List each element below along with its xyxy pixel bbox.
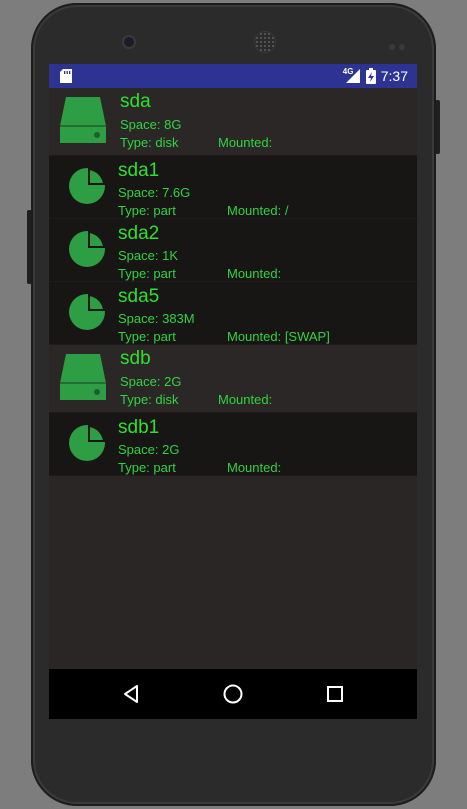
earpiece-speaker-icon (255, 32, 275, 52)
device-type: Type: part (118, 266, 176, 281)
recents-button[interactable] (320, 679, 350, 709)
device-mount-point: Mounted: (227, 460, 282, 475)
home-button[interactable] (218, 679, 248, 709)
signal-icon: 4G (342, 67, 361, 84)
device-type: Type: part (118, 460, 176, 475)
home-icon (223, 684, 243, 704)
clock: 7:37 (380, 68, 408, 84)
device-name: sdb1 (118, 417, 160, 438)
pie-chart-icon (68, 424, 106, 467)
partition-row[interactable]: sda5 Space: 383M Type: part Mounted: [SWAP] (49, 282, 417, 345)
device-space: Space: 2G (118, 442, 180, 457)
device-name: sda5 (118, 286, 160, 307)
navigation-bar (49, 669, 417, 719)
pie-chart-icon (68, 167, 106, 210)
back-button[interactable] (116, 679, 146, 709)
disk-row[interactable]: sdb Space: 2G Type: disk Mounted: (49, 345, 417, 413)
device-name: sda (120, 91, 151, 112)
device-space: Space: 383M (118, 311, 195, 326)
device-mount-point: Mounted: (218, 135, 273, 150)
device-name: sda1 (118, 160, 160, 181)
device-list: sda Space: 8G Type: disk Mounted: sda1 Space:… (49, 88, 417, 476)
back-icon (124, 685, 138, 703)
pie-chart-icon (68, 230, 106, 273)
hard-drive-icon (59, 353, 107, 406)
pie-chart-icon (68, 293, 106, 336)
front-camera-icon (124, 37, 134, 47)
device-space: Space: 8G (120, 117, 182, 132)
partition-row[interactable]: sda1 Space: 7.6G Type: part Mounted: / (49, 156, 417, 219)
device-space: Space: 1K (118, 248, 178, 263)
device-name: sda2 (118, 223, 160, 244)
device-mount-point: Mounted: (227, 266, 282, 281)
device-type: Type: disk (120, 392, 179, 407)
device-mount-point: Mounted: [SWAP] (227, 329, 330, 344)
device-name: sdb (120, 348, 151, 369)
partition-row[interactable]: sdb1 Space: 2G Type: part Mounted: (49, 413, 417, 476)
device-type: Type: part (118, 329, 176, 344)
hard-drive-icon (59, 96, 107, 149)
recents-icon (327, 686, 343, 702)
device-space: Space: 7.6G (118, 185, 191, 200)
device-mount-point: Mounted: (218, 392, 273, 407)
sensors (389, 37, 411, 50)
device-mount-point: Mounted: / (227, 203, 289, 218)
partition-row[interactable]: sda2 Space: 1K Type: part Mounted: (49, 219, 417, 282)
status-bar: 4G 7:37 (49, 64, 417, 88)
screen: 4G 7:37 sda Space: 8G Type: disk Mounted: sd… (49, 64, 417, 719)
sd-card-icon (60, 69, 72, 83)
device-space: Space: 2G (120, 374, 182, 389)
disk-row[interactable]: sda Space: 8G Type: disk Mounted: (49, 88, 417, 156)
device-type: Type: disk (120, 135, 179, 150)
network-type-label: 4G (342, 67, 354, 76)
battery-charging-icon (365, 68, 376, 84)
device-type: Type: part (118, 203, 176, 218)
